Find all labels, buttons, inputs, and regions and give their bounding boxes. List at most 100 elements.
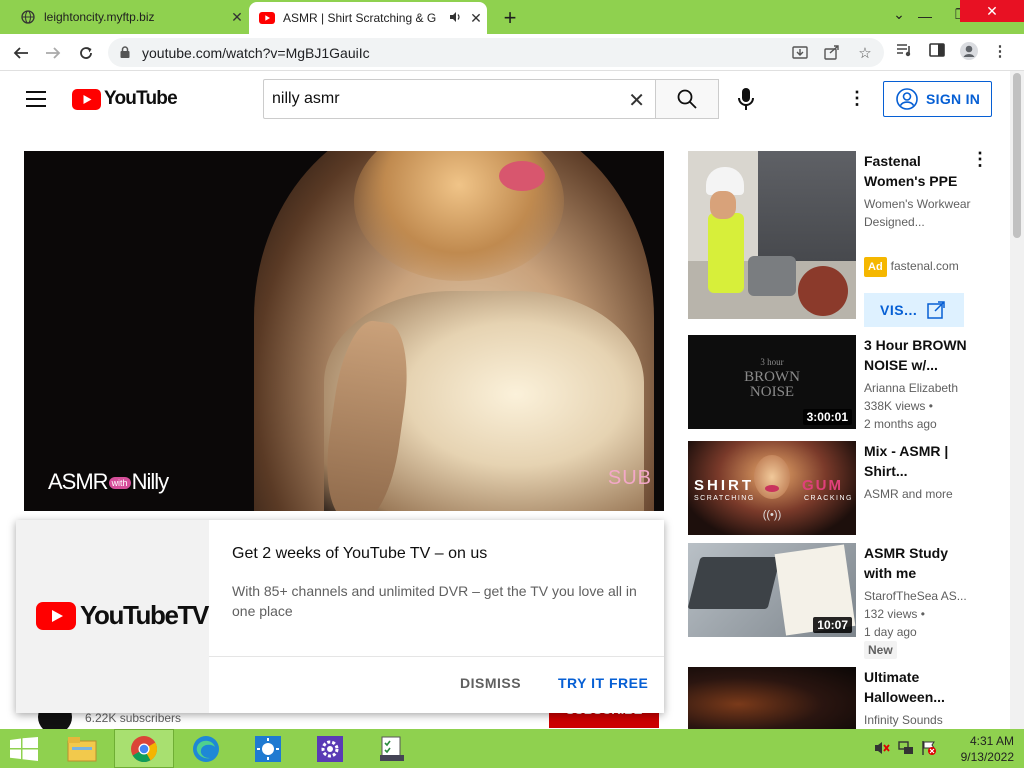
thumb-text: CRACKING [804,495,853,502]
muted-volume-icon[interactable] [874,740,890,759]
tab-title: ASMR | Shirt Scratching & G [283,11,437,25]
rec-item[interactable]: 3 hour BROWN NOISE 3:00:01 3 Hour BROWN … [688,335,988,431]
address-bar[interactable]: youtube.com/watch?v=MgBJ1GauiIc ☆ [108,38,884,67]
youtube-tv-promo: YouTubeTV Get 2 weeks of YouTube TV – on… [16,520,664,713]
rec-channel[interactable]: Infinity Sounds [864,711,974,729]
clock-date: 9/13/2022 [960,750,1014,764]
browser-menu-icon[interactable]: ⋮ [990,42,1010,60]
video-player[interactable]: ASMR with Nilly SUB [24,151,664,511]
tab-close-icon[interactable]: ✕ [465,10,487,27]
page-scrollbar[interactable] [1010,71,1024,729]
rec-channel[interactable]: ASMR and more [864,485,974,503]
edge-icon[interactable] [176,729,236,768]
network-icon[interactable] [898,740,914,759]
action-center-flag-icon[interactable] [921,740,937,759]
rec-thumbnail[interactable]: 10:07 [688,543,856,637]
windows-start-icon[interactable] [10,737,38,761]
lock-icon[interactable] [120,45,130,58]
youtube-tv-logo: YouTubeTV [36,600,209,631]
video-watermark: ASMR with Nilly [48,469,170,495]
speaker-icon[interactable] [449,11,463,26]
youtube-tv-wordmark: YouTubeTV [80,600,209,630]
microphone-icon[interactable] [734,86,758,112]
rec-thumbnail[interactable]: 3 hour BROWN NOISE 3:00:01 [688,335,856,429]
search-input[interactable] [272,90,612,108]
system-clock[interactable]: 4:31 AM 9/13/2022 [940,733,1020,765]
rec-views: 132 views • [864,607,925,621]
side-panel-icon[interactable] [927,42,947,60]
rec-age: 2 months ago [864,417,937,431]
settings-menu-icon[interactable]: ⋮ [848,89,866,109]
close-window-icon[interactable]: ✕ [960,0,1024,22]
sign-in-button[interactable]: SIGN IN [883,81,992,117]
tab-leightoncity[interactable]: leightoncity.myftp.biz ✕ [8,0,248,34]
ad-thumbnail[interactable] [688,151,856,319]
rec-thumbnail[interactable]: SHIRT GUM SCRATCHING CRACKING ((•)) [688,441,856,535]
chrome-icon[interactable] [114,729,174,768]
watermark-nilly: Nilly [131,469,170,494]
sign-in-label: SIGN IN [926,91,981,107]
media-control-icon[interactable] [895,42,915,60]
tab-title: leightoncity.myftp.biz [44,10,155,24]
install-icon[interactable] [790,44,810,62]
browser-tab-strip: leightoncity.myftp.biz ✕ ASMR | Shirt Sc… [0,0,1024,34]
rec-age: 1 day ago [864,625,917,639]
rec-item[interactable]: Ultimate Halloween... Infinity Sounds [688,667,988,729]
promo-divider [209,656,664,657]
browser-toolbar: youtube.com/watch?v=MgBJ1GauiIc ☆ ⋮ [0,34,1024,71]
rec-title[interactable]: ASMR Study with me [864,543,974,583]
new-tab-button[interactable]: + [498,5,522,31]
reload-icon[interactable] [73,40,99,66]
rec-item[interactable]: 10:07 ASMR Study with me StarofTheSea AS… [688,543,988,661]
try-it-free-button[interactable]: TRY IT FREE [558,675,648,691]
file-explorer-icon[interactable] [52,729,112,768]
back-icon[interactable] [8,40,34,66]
share-icon[interactable] [822,44,842,62]
ad-domain-row: Ad fastenal.com [864,257,974,277]
search-button[interactable] [655,79,719,119]
rec-title[interactable]: Fastenal Women's PPE [864,151,974,191]
hamburger-menu-icon[interactable] [26,91,46,107]
rec-title[interactable]: 3 Hour BROWN NOISE w/... [864,335,974,375]
tab-youtube-active[interactable]: ASMR | Shirt Scratching & G ✕ [249,2,487,34]
windows-taskbar: 4:31 AM 9/13/2022 [0,729,1024,768]
duration-badge: 3:00:01 [802,409,852,425]
youtube-logo[interactable]: YouTube [72,88,178,110]
video-frame-lips [499,161,545,191]
visit-label: VIS... [880,302,918,318]
visit-site-button[interactable]: VIS... [864,293,964,327]
scrollbar-thumb[interactable] [1013,73,1021,238]
profile-icon[interactable] [959,41,979,60]
youtube-icon [259,10,275,26]
settings-gear-icon[interactable] [300,729,360,768]
ad-item[interactable]: Fastenal Women's PPE ⋮ Women's Workwear … [688,150,989,331]
minimize-icon[interactable]: — [908,2,942,32]
ad-description: Women's Workwear Designed... [864,197,971,229]
account-icon [896,88,918,110]
bookmark-star-icon[interactable]: ☆ [855,44,875,62]
subscriber-count: 6.22K subscribers [85,711,182,725]
ad-domain: fastenal.com [890,259,959,273]
rec-item[interactable]: SHIRT GUM SCRATCHING CRACKING ((•)) Mix … [688,441,988,537]
search-icon [677,89,697,109]
rec-new-row: New [864,641,974,659]
thumb-text: 3 hour [760,357,784,367]
promo-logo-panel: YouTubeTV [16,520,209,713]
clear-search-icon[interactable]: ✕ [628,88,645,113]
thumb-text: SHIRT [694,477,754,494]
forward-icon[interactable] [40,40,66,66]
weather-app-icon[interactable] [238,729,298,768]
more-actions-icon[interactable]: ⋮ [971,150,989,168]
tab-close-icon[interactable]: ✕ [226,9,248,26]
rec-channel[interactable]: StarofTheSea AS... [864,587,974,605]
task-manager-icon[interactable] [362,729,422,768]
rec-title[interactable]: Ultimate Halloween... [864,667,974,707]
new-badge: New [864,641,897,659]
watermark-asmr: ASMR [48,469,109,494]
globe-icon [20,9,36,25]
rec-title[interactable]: Mix - ASMR | Shirt... [864,441,974,481]
search-box: ✕ [263,79,656,119]
rec-channel[interactable]: Arianna Elizabeth [864,379,974,397]
rec-thumbnail[interactable] [688,667,856,729]
dismiss-button[interactable]: DISMISS [460,675,521,691]
